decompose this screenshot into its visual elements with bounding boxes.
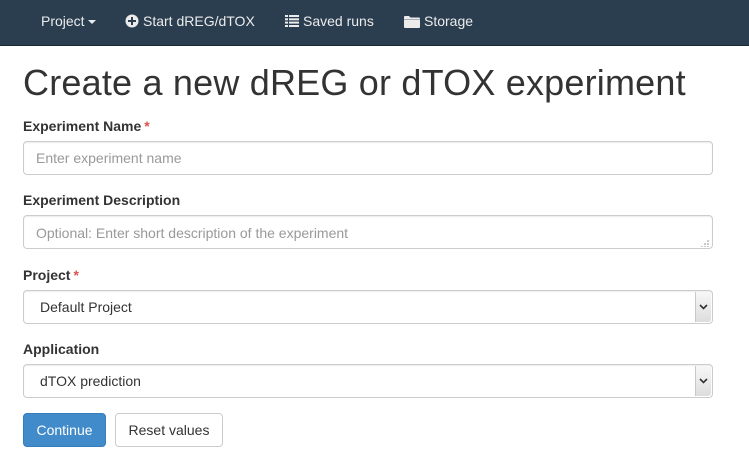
experiment-description-label: Experiment Description (23, 192, 180, 208)
chevron-down-icon (695, 366, 711, 396)
required-marker: * (73, 267, 79, 283)
experiment-name-input[interactable] (23, 141, 713, 175)
folder-icon (404, 15, 420, 28)
application-select[interactable]: dTOX prediction (23, 364, 713, 398)
application-selected-value: dTOX prediction (40, 373, 141, 389)
nav-saved-runs-label: Saved runs (303, 13, 374, 29)
project-select[interactable]: Default Project (23, 290, 713, 324)
nav-start-label: Start dREG/dTOX (143, 13, 255, 29)
project-label: Project * (23, 267, 79, 283)
caret-down-icon (87, 20, 96, 24)
top-navbar: Project Start dREG/dTOX Saved runs Stora… (0, 0, 749, 46)
nav-project-label: Project (41, 13, 85, 29)
nav-storage[interactable]: Storage (404, 0, 473, 42)
nav-storage-label: Storage (424, 13, 474, 29)
resize-grip-icon[interactable] (700, 237, 710, 247)
required-marker: * (144, 118, 150, 134)
application-label-text: Application (23, 341, 100, 357)
chevron-down-icon (695, 292, 711, 322)
reset-values-button[interactable]: Reset values (115, 413, 223, 447)
experiment-name-label: Experiment Name * (23, 118, 150, 134)
continue-button[interactable]: Continue (23, 413, 106, 447)
nav-start-dreg-dtox[interactable]: Start dREG/dTOX (125, 0, 255, 42)
project-selected-value: Default Project (40, 299, 132, 315)
list-icon (285, 15, 299, 27)
project-label-text: Project (23, 267, 71, 283)
nav-project-dropdown[interactable]: Project (41, 0, 96, 42)
nav-saved-runs[interactable]: Saved runs (285, 0, 374, 42)
experiment-description-label-text: Experiment Description (23, 192, 181, 208)
experiment-description-textarea[interactable] (23, 215, 713, 249)
application-label: Application (23, 341, 99, 357)
page-title: Create a new dREG or dTOX experiment (23, 62, 686, 103)
experiment-name-label-text: Experiment Name (23, 118, 142, 134)
plus-circle-icon (125, 14, 139, 28)
